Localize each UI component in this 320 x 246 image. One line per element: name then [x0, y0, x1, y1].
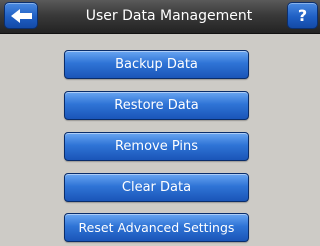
backup-data-button[interactable]: Backup Data	[64, 50, 249, 79]
page-title: User Data Management	[85, 8, 253, 24]
back-arrow-icon	[11, 9, 32, 23]
menu-list: Backup Data Restore Data Remove Pins Cle…	[0, 33, 320, 246]
remove-pins-button[interactable]: Remove Pins	[64, 132, 249, 161]
reset-advanced-settings-button[interactable]: Reset Advanced Settings	[64, 213, 249, 242]
clear-data-button[interactable]: Clear Data	[64, 173, 249, 202]
help-button[interactable]: ?	[287, 2, 318, 29]
title-bar: User Data Management ?	[0, 0, 320, 34]
app-screen: User Data Management ? Backup Data Resto…	[0, 0, 320, 246]
back-button[interactable]	[4, 2, 38, 29]
restore-data-button[interactable]: Restore Data	[64, 91, 249, 120]
